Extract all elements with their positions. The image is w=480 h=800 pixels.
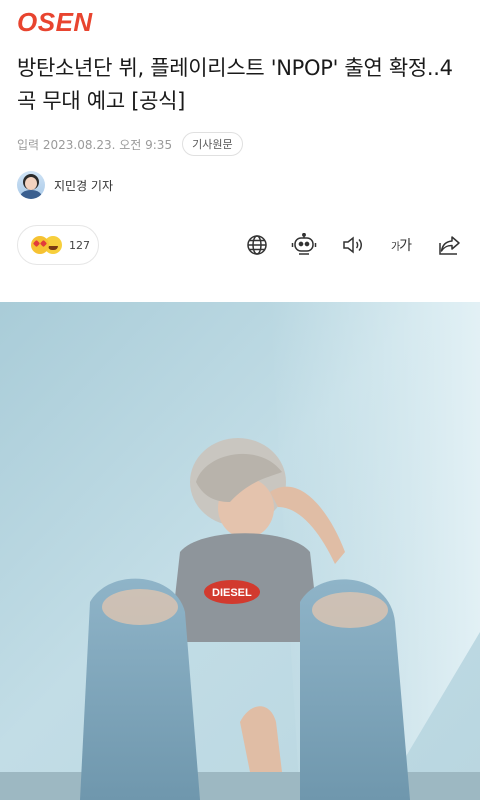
reporter-info[interactable]: 지민경 기자 — [17, 171, 113, 199]
article-meta: 입력 2023.08.23. 오전 9:35 기사원문 — [17, 131, 243, 157]
header-bar: OSEN — [0, 0, 480, 44]
osen-logo[interactable]: OSEN — [17, 8, 93, 36]
original-article-button[interactable]: 기사원문 — [182, 132, 243, 156]
font-size-icon[interactable]: 가가 — [385, 229, 417, 261]
article-toolbar: 가가 — [0, 229, 480, 261]
share-icon[interactable] — [434, 229, 466, 261]
article-title: 방탄소년단 뷔, 플레이리스트 'NPOP' 출연 확정..4곡 무대 예고 [… — [17, 56, 453, 113]
avatar — [17, 171, 45, 199]
speaker-icon[interactable] — [337, 229, 369, 261]
love-emoji-icon — [31, 236, 49, 254]
svg-text:DIESEL: DIESEL — [212, 587, 252, 599]
reporter-name[interactable]: 지민경 기자 — [54, 177, 113, 194]
article-photo[interactable]: DIESEL — [0, 302, 480, 800]
globe-icon[interactable] — [241, 229, 273, 261]
article-date: 입력 2023.08.23. 오전 9:35 — [17, 137, 173, 152]
robot-icon[interactable] — [288, 229, 320, 261]
